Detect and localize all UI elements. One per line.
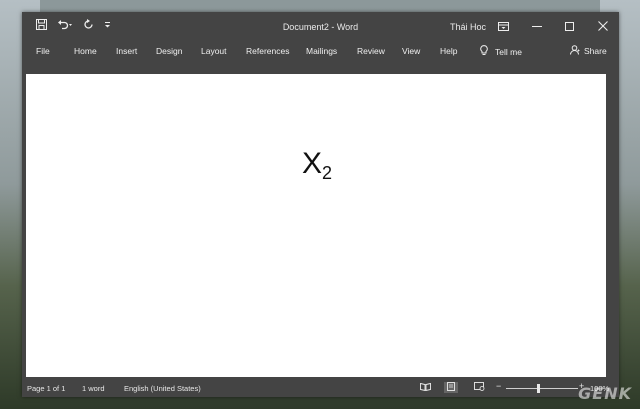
minimize-button[interactable]: [520, 12, 553, 40]
read-mode-button[interactable]: [418, 382, 432, 393]
print-layout-button[interactable]: [444, 382, 458, 393]
base-text: X: [302, 147, 323, 180]
word-count[interactable]: 1 word: [82, 384, 105, 393]
document-page[interactable]: X2: [26, 74, 606, 377]
close-icon: [597, 21, 608, 31]
share-label: Share: [584, 46, 607, 56]
tell-me-label: Tell me: [495, 46, 522, 57]
share-button[interactable]: Share: [570, 45, 607, 57]
tab-review[interactable]: Review: [357, 42, 385, 60]
lightbulb-icon: [480, 45, 488, 58]
ribbon-display-options-icon: [498, 21, 509, 31]
tab-layout[interactable]: Layout: [201, 42, 227, 60]
tab-mailings[interactable]: Mailings: [306, 42, 337, 60]
maximize-button[interactable]: [553, 12, 586, 40]
genk-watermark: GENK: [578, 384, 632, 403]
tab-design[interactable]: Design: [156, 42, 182, 60]
tab-file[interactable]: File: [36, 42, 50, 60]
subscript-text: 2: [322, 163, 333, 183]
title-bar: Document2 - Word Thái Hoc: [22, 12, 619, 42]
tab-view[interactable]: View: [402, 42, 420, 60]
maximize-icon: [565, 21, 574, 31]
web-layout-icon: [473, 382, 485, 393]
document-text[interactable]: X2: [302, 147, 332, 184]
zoom-slider-track[interactable]: [506, 388, 578, 389]
tab-references[interactable]: References: [246, 42, 289, 60]
ribbon-tabs: File Home Insert Design Layout Reference…: [22, 42, 619, 70]
status-bar: Page 1 of 1 1 word English (United State…: [22, 379, 619, 397]
language[interactable]: English (United States): [124, 384, 201, 393]
person-icon: [570, 45, 580, 57]
ribbon-display-options-button[interactable]: [487, 12, 520, 40]
window-controls: [487, 12, 619, 40]
tab-insert[interactable]: Insert: [116, 42, 137, 60]
zoom-out-button[interactable]: −: [496, 381, 501, 391]
tell-me-box[interactable]: Tell me: [480, 45, 522, 58]
tab-help[interactable]: Help: [440, 42, 457, 60]
user-name[interactable]: Thái Hoc: [450, 22, 486, 32]
word-window: Document2 - Word Thái Hoc File Home Inse…: [22, 12, 619, 397]
read-mode-icon: [419, 382, 431, 393]
zoom-slider-thumb[interactable]: [537, 384, 540, 393]
web-layout-button[interactable]: [472, 382, 486, 393]
tab-home[interactable]: Home: [74, 42, 97, 60]
minimize-icon: [531, 22, 542, 31]
print-layout-icon: [447, 382, 455, 393]
page-count[interactable]: Page 1 of 1: [27, 384, 65, 393]
close-button[interactable]: [586, 12, 619, 40]
